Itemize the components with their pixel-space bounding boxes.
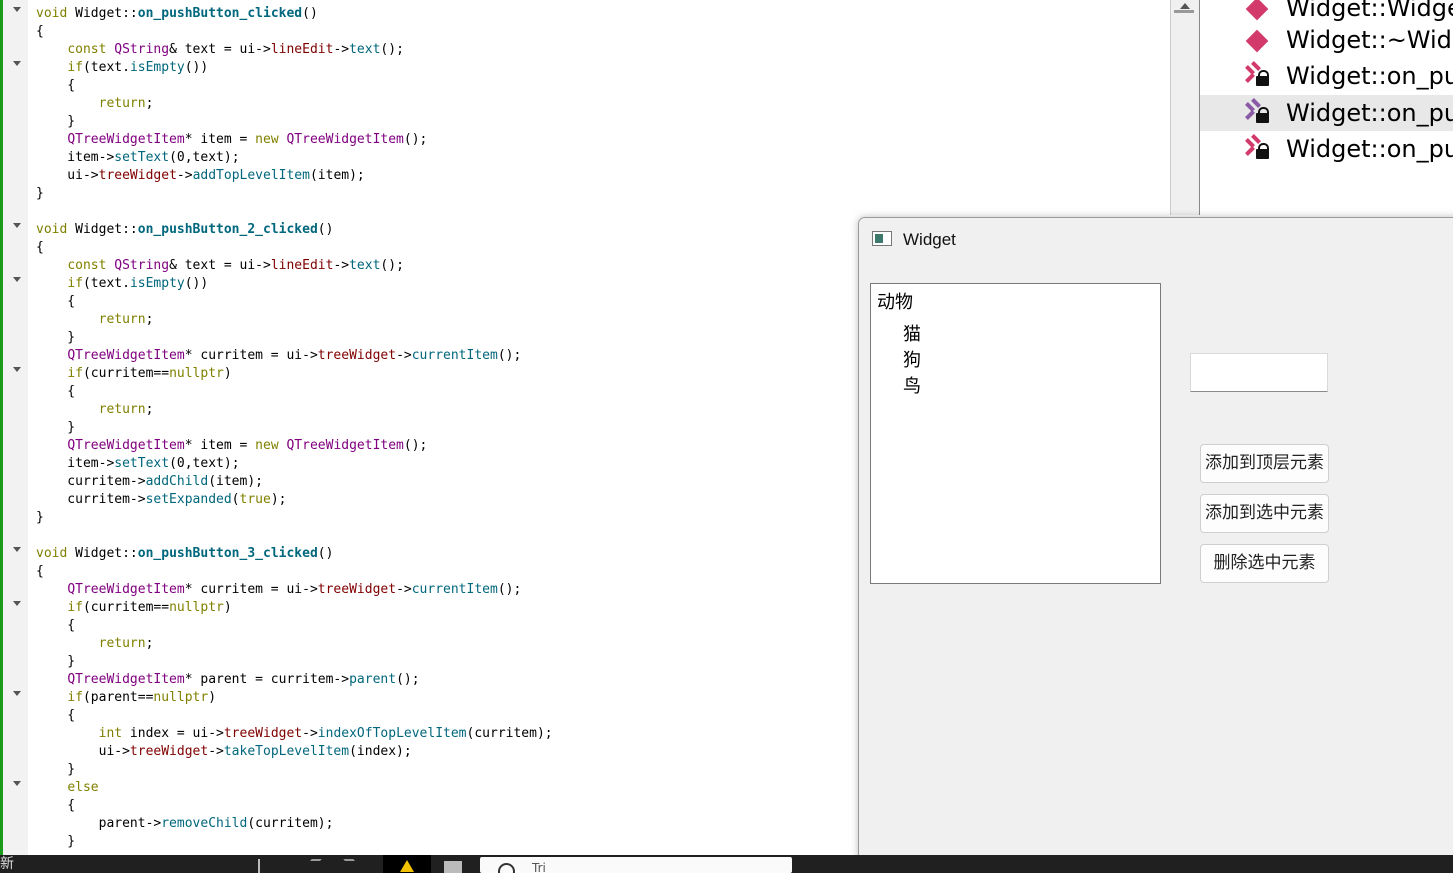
fold-arrow-icon[interactable] xyxy=(13,781,21,786)
code-line[interactable]: const QString& text = ui->lineEdit->text… xyxy=(36,42,404,57)
outline-item-label: Widget::on_pu xyxy=(1286,135,1453,163)
code-line[interactable]: return; xyxy=(36,402,154,417)
outline-item-label: Widget::on_pu xyxy=(1286,62,1453,90)
code-line[interactable]: item->setText(0,text); xyxy=(36,150,239,165)
scrollbar-thumb[interactable] xyxy=(1174,10,1194,13)
code-line[interactable]: QTreeWidgetItem* item = new QTreeWidgetI… xyxy=(36,438,427,453)
code-line[interactable]: return; xyxy=(36,312,154,327)
search-icon xyxy=(498,863,515,873)
private-slot-icon xyxy=(1245,134,1275,163)
taskbar: 新 Tri xyxy=(0,855,1453,873)
tree-item-child[interactable]: 鸟 xyxy=(903,374,921,400)
outline-item-label: Widget::~Widg xyxy=(1286,26,1453,54)
code-line[interactable]: if(text.isEmpty()) xyxy=(36,60,208,75)
outline-panel: Widget::Widge Widget::~Widg Widget::on_p… xyxy=(1200,0,1453,218)
code-line[interactable]: { xyxy=(36,618,75,633)
back-arrow-icon[interactable] xyxy=(298,859,322,873)
code-line[interactable]: { xyxy=(36,708,75,723)
fold-arrow-icon[interactable] xyxy=(13,277,21,282)
code-line[interactable]: { xyxy=(36,384,75,399)
code-line[interactable]: } xyxy=(36,762,75,777)
code-line[interactable]: parent->removeChild(curritem); xyxy=(36,816,334,831)
code-line[interactable]: QTreeWidgetItem* parent = curritem->pare… xyxy=(36,672,419,687)
private-slot-icon xyxy=(1245,61,1275,90)
fold-arrow-icon[interactable] xyxy=(13,601,21,606)
tree-item-child[interactable]: 狗 xyxy=(903,348,921,374)
pin-icon[interactable] xyxy=(258,859,260,873)
outline-item-label: Widget::on_pu xyxy=(1286,99,1453,127)
code-line[interactable]: if(curritem==nullptr) xyxy=(36,366,231,381)
code-line[interactable]: QTreeWidgetItem* curritem = ui->treeWidg… xyxy=(36,582,521,597)
code-text[interactable]: void Widget::on_pushButton_clicked() { c… xyxy=(36,5,553,851)
line-edit-input[interactable] xyxy=(1190,353,1328,392)
code-line[interactable]: { xyxy=(36,294,75,309)
destructor-icon xyxy=(1245,29,1269,53)
constructor-icon xyxy=(1245,0,1269,21)
code-line[interactable]: void Widget::on_pushButton_3_clicked() xyxy=(36,546,333,561)
code-line[interactable]: } xyxy=(36,330,75,345)
document-icon[interactable] xyxy=(444,861,462,873)
code-line[interactable]: { xyxy=(36,564,44,579)
code-line[interactable]: void Widget::on_pushButton_clicked() xyxy=(36,6,318,21)
app-window-icon xyxy=(872,231,892,246)
search-placeholder: Tri xyxy=(532,861,546,873)
outline-item-slot-1[interactable]: Widget::on_pu xyxy=(1200,58,1453,94)
code-line[interactable]: QTreeWidgetItem* curritem = ui->treeWidg… xyxy=(36,348,521,363)
code-line[interactable]: ui->treeWidget->takeTopLevelItem(index); xyxy=(36,744,412,759)
fold-arrow-icon[interactable] xyxy=(13,7,21,12)
code-line[interactable]: { xyxy=(36,78,75,93)
fold-arrow-icon[interactable] xyxy=(13,547,21,552)
code-line[interactable]: } xyxy=(36,186,44,201)
fold-arrow-icon[interactable] xyxy=(13,367,21,372)
fold-gutter[interactable] xyxy=(0,0,28,855)
code-line[interactable]: curritem->addChild(item); xyxy=(36,474,263,489)
code-line[interactable]: if(curritem==nullptr) xyxy=(36,600,231,615)
warning-icon xyxy=(400,860,414,872)
code-line[interactable]: { xyxy=(36,240,44,255)
code-line[interactable]: { xyxy=(36,798,75,813)
private-slot-icon xyxy=(1245,98,1275,127)
tree-item-child[interactable]: 猫 xyxy=(903,322,921,348)
warning-button[interactable] xyxy=(383,855,431,873)
code-line[interactable]: } xyxy=(36,510,44,525)
widget-window[interactable]: Widget 动物 猫 狗 鸟 添加到顶层元素 添加到选中元素 删除选中元素 xyxy=(858,217,1453,864)
outline-item-slot-3[interactable]: Widget::on_pu xyxy=(1200,131,1453,167)
code-line[interactable]: { xyxy=(36,24,44,39)
outline-item-destructor[interactable]: Widget::~Widg xyxy=(1200,22,1453,58)
code-line[interactable]: } xyxy=(36,834,75,849)
window-titlebar[interactable]: Widget xyxy=(859,218,1453,262)
window-title: Widget xyxy=(903,230,956,249)
fold-arrow-icon[interactable] xyxy=(13,61,21,66)
outline-item-slot-2[interactable]: Widget::on_pu xyxy=(1200,95,1453,131)
code-line[interactable]: QTreeWidgetItem* item = new QTreeWidgetI… xyxy=(36,132,427,147)
code-line[interactable]: curritem->setExpanded(true); xyxy=(36,492,286,507)
code-line[interactable]: if(parent==nullptr) xyxy=(36,690,216,705)
tree-item-root[interactable]: 动物 xyxy=(877,290,913,316)
code-line[interactable]: item->setText(0,text); xyxy=(36,456,239,471)
code-line[interactable]: } xyxy=(36,654,75,669)
code-line[interactable]: ui->treeWidget->addTopLevelItem(item); xyxy=(36,168,364,183)
delete-selected-button[interactable]: 删除选中元素 xyxy=(1200,544,1329,583)
add-to-selected-button[interactable]: 添加到选中元素 xyxy=(1200,494,1329,533)
code-line[interactable]: return; xyxy=(36,96,154,111)
editor-scrollbar[interactable] xyxy=(1170,0,1200,215)
scroll-up-arrow-icon[interactable] xyxy=(1180,3,1190,9)
code-line[interactable]: if(text.isEmpty()) xyxy=(36,276,208,291)
code-line[interactable]: return; xyxy=(36,636,154,651)
fold-arrow-icon[interactable] xyxy=(13,691,21,696)
taskbar-search-box[interactable]: Tri xyxy=(480,857,792,873)
code-line[interactable]: } xyxy=(36,114,75,129)
code-line[interactable]: else xyxy=(36,780,98,795)
code-line[interactable]: int index = ui->treeWidget->indexOfTopLe… xyxy=(36,726,553,741)
forward-arrow-icon[interactable] xyxy=(343,859,367,873)
fold-arrow-icon[interactable] xyxy=(13,223,21,228)
taskbar-label: 新 xyxy=(0,856,14,872)
tree-widget[interactable]: 动物 猫 狗 鸟 xyxy=(870,283,1161,584)
add-top-level-button[interactable]: 添加到顶层元素 xyxy=(1200,444,1329,483)
code-line[interactable]: void Widget::on_pushButton_2_clicked() xyxy=(36,222,333,237)
code-line[interactable]: } xyxy=(36,420,75,435)
code-line[interactable]: const QString& text = ui->lineEdit->text… xyxy=(36,258,404,273)
